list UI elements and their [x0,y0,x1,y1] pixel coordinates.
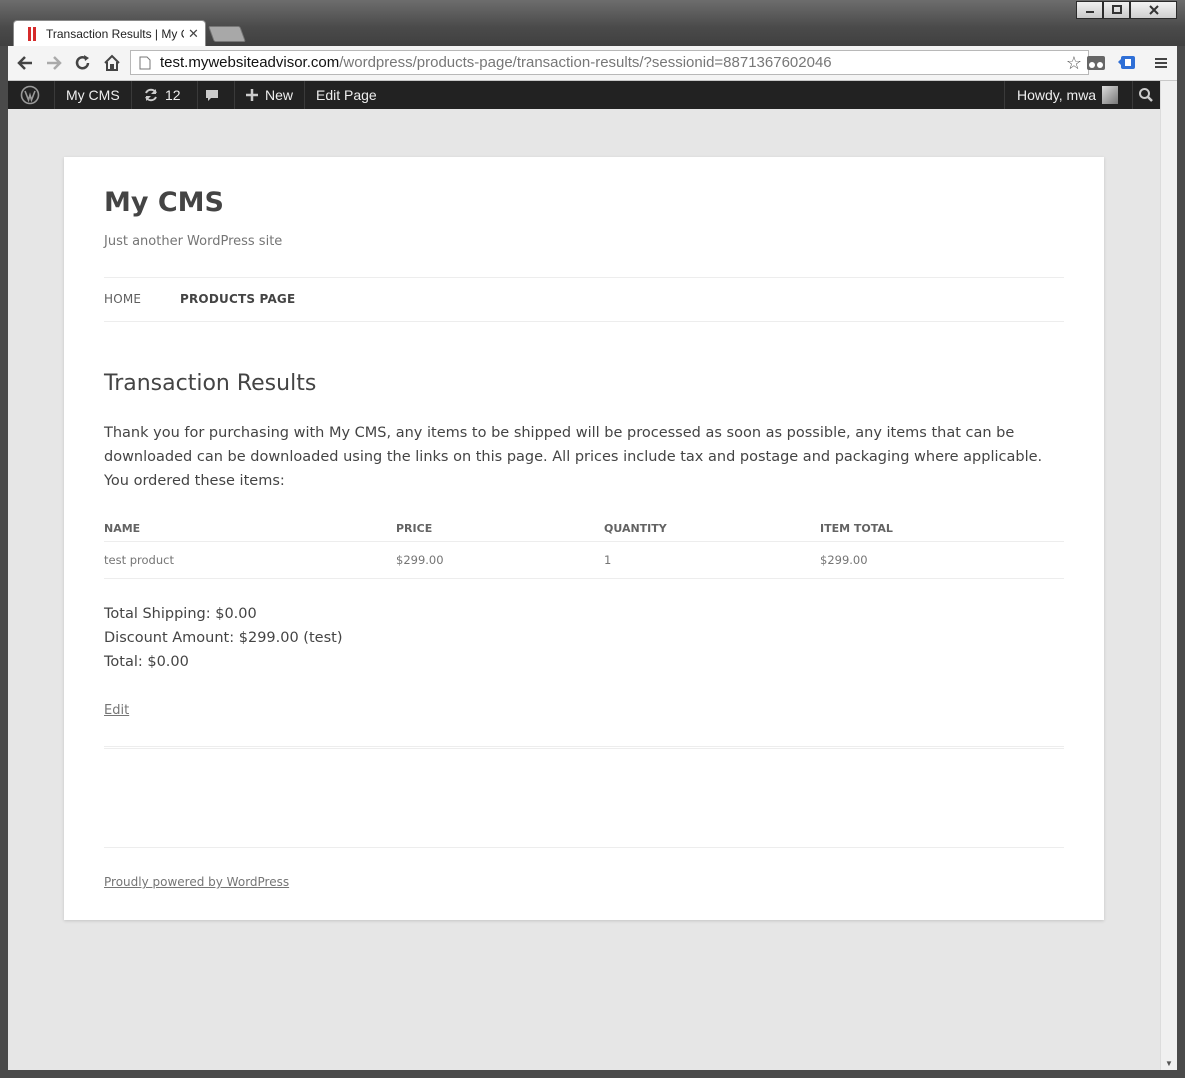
new-tab-button[interactable] [208,26,246,42]
separator [1132,81,1133,109]
hamburger-menu-icon [1155,58,1167,68]
blue-extension-icon [1118,56,1135,69]
order-items-table: NAME PRICE QUANTITY ITEM TOTAL test prod… [104,520,1064,579]
adminbar-my-account[interactable]: Howdy, mwa [1017,81,1119,109]
minimize-button[interactable] [1076,1,1103,19]
separator [304,81,305,109]
tab-favicon-icon [28,26,38,41]
page-icon [139,56,151,69]
maximize-button[interactable] [1103,1,1130,19]
grand-total: Total: $0.00 [104,654,189,670]
intro-text: Thank you for purchasing with My CMS, an… [104,425,1043,465]
adminbar-edit-page[interactable]: Edit Page [316,81,377,109]
page-viewport: My CMS Just another WordPress site HOME … [8,109,1160,1070]
arrow-left-icon [17,56,32,70]
extension-button-2[interactable] [1116,52,1138,74]
plus-icon [246,89,258,101]
separator [197,81,198,109]
site-description: Just another WordPress site [104,234,283,249]
intro-paragraph: Thank you for purchasing with My CMS, an… [104,421,1064,493]
table-header-row: NAME PRICE QUANTITY ITEM TOTAL [104,520,1064,542]
search-icon [1139,88,1153,102]
cell-price: $299.00 [396,541,604,579]
cell-quantity: 1 [604,541,820,579]
content-divider [104,746,1064,749]
window-right-border [1177,46,1185,1070]
footer-divider [104,847,1064,848]
forward-button[interactable] [43,52,65,74]
adminbar-search[interactable] [1138,81,1154,109]
window-left-border [0,46,8,1070]
url-host: test.mywebsiteadvisor.com [160,54,340,71]
glasses-extension-icon [1087,56,1105,70]
column-header-name: NAME [104,522,141,535]
page-title: Transaction Results [104,371,317,396]
maximize-icon [1111,5,1122,14]
home-icon [104,54,120,71]
close-icon [1148,5,1159,15]
howdy-label: Howdy, mwa [1017,87,1097,103]
home-button[interactable] [101,52,123,74]
wp-logo-menu[interactable] [20,81,40,109]
adminbar-site-name[interactable]: My CMS [66,81,120,109]
vertical-scrollbar[interactable]: ▼ [1160,81,1177,1070]
window-titlebar: Transaction Results | My C ✕ [0,0,1185,46]
reload-button[interactable] [72,52,94,74]
total-shipping: Total Shipping: $0.00 [104,606,257,622]
ordered-label: You ordered these items: [104,473,285,489]
site-content: My CMS Just another WordPress site HOME … [64,157,1104,920]
back-button[interactable] [14,52,36,74]
cell-name: test product [104,541,396,579]
tab-close-icon[interactable]: ✕ [188,26,199,42]
column-header-quantity: QUANTITY [604,522,667,535]
address-bar[interactable]: test.mywebsiteadvisor.com/wordpress/prod… [130,50,1089,75]
url-text: test.mywebsiteadvisor.com/wordpress/prod… [160,54,832,71]
adminbar-comments[interactable] [204,81,220,109]
nav-item-home[interactable]: HOME [104,292,141,306]
site-title[interactable]: My CMS [104,187,224,218]
edit-link[interactable]: Edit [104,703,129,718]
separator [234,81,235,109]
adminbar-updates[interactable]: 12 [143,81,181,109]
column-header-price: PRICE [396,522,433,535]
comment-bubble-icon [206,90,218,101]
separator [1004,81,1005,109]
chrome-menu-button[interactable] [1150,52,1172,74]
updates-icon [145,88,157,102]
separator [131,81,132,109]
powered-by-link[interactable]: Proudly powered by WordPress [104,875,289,889]
discount-amount: Discount Amount: $299.00 (test) [104,630,343,646]
adminbar-new-label: New [265,87,294,103]
separator [54,81,55,109]
window-bottom-border [0,1070,1185,1078]
wordpress-logo-icon [20,85,40,105]
column-header-item-total: ITEM TOTAL [820,522,893,535]
url-path: /wordpress/products-page/transaction-res… [339,54,832,71]
reload-icon [75,55,90,70]
wp-admin-bar: My CMS 12 New Edit Page Howdy, mwa [8,81,1160,109]
nav-item-products-page[interactable]: PRODUCTS PAGE [180,292,295,306]
updates-count: 12 [165,87,181,103]
table-row: test product $299.00 1 $299.00 [104,541,1064,579]
extension-button[interactable] [1085,52,1107,74]
window-close-button[interactable] [1130,1,1177,19]
tab-title: Transaction Results | My C [46,26,184,41]
bookmark-star-icon[interactable]: ☆ [1066,53,1082,74]
cell-item-total: $299.00 [820,541,1064,579]
browser-toolbar: test.mywebsiteadvisor.com/wordpress/prod… [8,46,1177,81]
avatar [1102,86,1119,104]
order-totals: Total Shipping: $0.00 Discount Amount: $… [104,602,342,674]
browser-tab[interactable]: Transaction Results | My C ✕ [13,20,206,46]
minimize-icon [1085,11,1094,13]
window-controls [1076,1,1177,19]
adminbar-new[interactable]: New [245,81,293,109]
arrow-right-icon [47,56,62,70]
main-navigation: HOME PRODUCTS PAGE [104,277,1064,322]
scroll-down-arrow-icon[interactable]: ▼ [1165,1059,1173,1068]
